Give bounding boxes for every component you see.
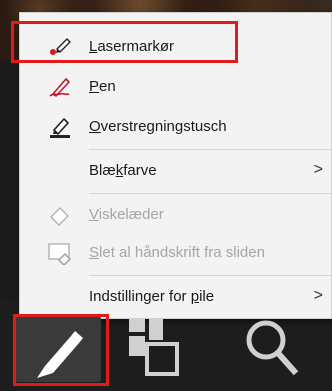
- chevron-right-icon: >: [313, 161, 323, 178]
- menu-item-pen[interactable]: Pen: [20, 69, 332, 105]
- menu-item-highlighter[interactable]: Overstregningstusch: [20, 109, 332, 145]
- menu-item-label: Pen: [89, 78, 116, 95]
- highlight-pen-tool: [13, 314, 109, 386]
- menu-item-label: Viskelæder: [89, 206, 164, 223]
- see-all-slides-icon: [129, 318, 179, 376]
- menu-item-label: Overstregningstusch: [89, 118, 227, 135]
- menu-item-label: Indstillinger for pile: [89, 288, 215, 305]
- see-all-slides-button[interactable]: [125, 316, 211, 382]
- menu-separator: [89, 193, 331, 194]
- menu-item-eraser[interactable]: Viskelæder: [20, 197, 332, 233]
- highlight-laser-pointer: [11, 21, 238, 63]
- menu-separator: [89, 149, 331, 150]
- zoom-button[interactable]: [232, 316, 318, 382]
- zoom-icon: [246, 320, 299, 376]
- menu-separator: [89, 275, 331, 276]
- menu-item-label: Blækfarve: [89, 162, 157, 179]
- clear-ink-icon: [47, 241, 73, 266]
- menu-item-arrow-options[interactable]: Indstillinger for pile >: [20, 279, 332, 315]
- menu-item-ink-color[interactable]: Blækfarve >: [20, 153, 332, 189]
- chevron-right-icon: >: [313, 287, 323, 304]
- eraser-icon: [47, 203, 73, 227]
- menu-item-label: Slet al håndskrift fra sliden: [89, 244, 265, 261]
- pen-icon: [47, 75, 73, 99]
- menu-item-clear-ink[interactable]: Slet al håndskrift fra sliden: [20, 235, 332, 271]
- highlighter-icon: [47, 115, 73, 139]
